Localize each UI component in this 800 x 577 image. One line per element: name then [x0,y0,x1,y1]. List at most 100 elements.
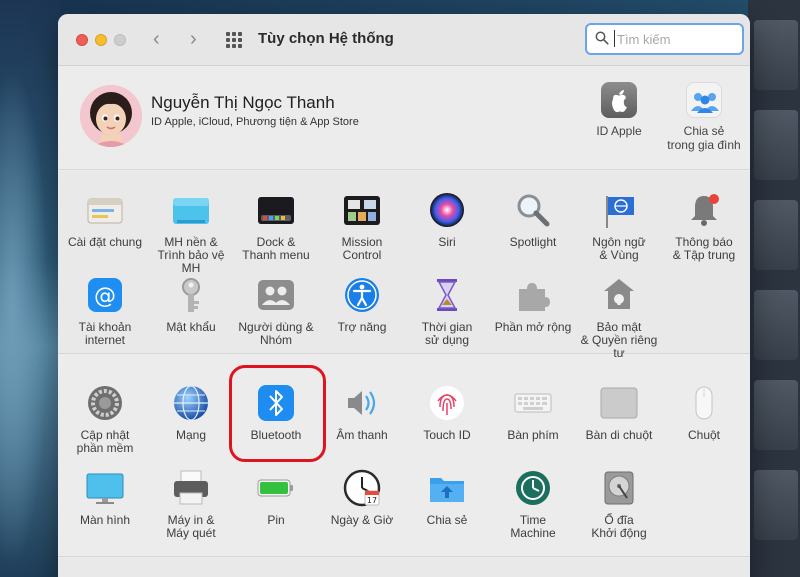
pref-internet-accounts[interactable]: @ Tài khoản internet [62,275,148,347]
background-window-tile [754,110,798,180]
pref-language-region[interactable]: Ngôn ngữ & Vùng [576,190,662,262]
pref-label: Phần mở rộng [494,320,572,334]
pref-family-sharing[interactable]: Chia sẻ trong gia đình [659,82,749,152]
pref-general[interactable]: Cài đặt chung [62,190,148,249]
background-window-tile [754,290,798,360]
background-window-tile [754,380,798,450]
pref-passwords[interactable]: Mật khẩu [148,275,234,334]
pref-label: Chuột [687,428,721,442]
pref-dock[interactable]: Dock & Thanh menu [233,190,319,262]
pref-label: Touch ID [423,428,471,442]
forward-button[interactable]: › [190,28,197,50]
sound-icon [342,383,382,423]
security-privacy-icon [599,275,639,315]
text-caret [614,30,615,47]
user-services-subtitle: ID Apple, iCloud, Phương tiện & App Stor… [151,116,359,128]
minimize-window-button[interactable] [95,34,107,46]
siri-icon [427,190,467,230]
pref-accessibility[interactable]: Trợ năng [319,275,405,334]
pref-label: & Tập trung [672,248,736,262]
touch-id-icon [427,383,467,423]
pref-apple-id[interactable]: ID Apple [574,82,664,138]
close-window-button[interactable] [76,34,88,46]
pref-label: Machine [510,526,556,540]
desktop-screensaver-icon [171,190,211,230]
screen-time-icon [427,275,467,315]
pref-software-update[interactable]: Cập nhật phần mềm [62,383,148,455]
startup-disk-icon [599,468,639,508]
pref-extensions[interactable]: Phần mở rộng [490,275,576,334]
pref-label: Bàn phím [507,428,559,442]
pref-screen-time[interactable]: Thời gian sử dụng [404,275,490,347]
pref-label: Bàn di chuột [585,428,653,442]
pref-time-machine[interactable]: Time Machine [490,468,576,540]
pref-battery[interactable]: Pin [233,468,319,527]
mouse-icon [684,383,724,423]
keyboard-icon [513,383,553,423]
pref-network[interactable]: Mạng [148,383,234,442]
title-bar: ‹ › Tùy chọn Hệ thống [58,14,750,66]
language-region-icon [599,190,639,230]
pref-label: Control [342,248,382,262]
pref-touch-id[interactable]: Touch ID [404,383,490,442]
pref-label: Khởi động [591,526,647,540]
pref-spotlight[interactable]: Spotlight [490,190,576,249]
accessibility-icon [342,275,382,315]
pref-label: Chia sẻ [683,124,725,138]
zoom-window-button[interactable] [114,34,126,46]
pref-label: Cài đặt chung [67,235,143,249]
pref-label: Chia sẻ [426,513,468,527]
pref-label: internet [84,333,126,347]
pref-siri[interactable]: Siri [404,190,490,249]
desktop-background-window-right [748,0,800,577]
pref-keyboard[interactable]: Bàn phím [490,383,576,442]
search-input[interactable] [617,29,737,49]
window-title: Tùy chọn Hệ thống [258,30,394,47]
pref-date-time[interactable]: 17 Ngày & Giờ [319,468,405,527]
pref-label: & Vùng [599,248,639,262]
network-icon [171,383,211,423]
background-window-tile [754,470,798,540]
users-groups-icon [256,275,296,315]
pref-desktop-screensaver[interactable]: MH nền & Trình bảo vệ MH [148,190,234,275]
pref-mission-control[interactable]: Mission Control [319,190,405,262]
avatar[interactable] [80,85,142,147]
trackpad-icon [599,383,639,423]
preferences-section-other [58,558,750,577]
displays-icon [85,468,125,508]
memoji-avatar-icon [80,85,142,147]
family-sharing-icon [686,82,722,118]
pref-trackpad[interactable]: Bàn di chuột [576,383,662,442]
pref-startup-disk[interactable]: Ổ đĩa Khởi động [576,468,662,540]
pref-label: Spotlight [509,235,557,249]
pref-notifications[interactable]: Thông báo & Tập trung [661,190,747,262]
pref-sharing[interactable]: Chia sẻ [404,468,490,527]
pref-label: Trình bảo vệ MH [157,248,225,275]
spotlight-icon [513,190,553,230]
pref-users-groups[interactable]: Người dùng & Nhóm [233,275,319,347]
pref-label: sử dụng [424,333,470,347]
search-field[interactable] [585,23,744,55]
bluetooth-highlight-annotation [229,365,326,462]
calendar-day-number: 17 [367,496,377,505]
general-icon [85,190,125,230]
sharing-icon [427,468,467,508]
pref-sound[interactable]: Âm thanh [319,383,405,442]
pref-label: Ngày & Giờ [330,513,394,527]
show-all-grid-icon[interactable] [226,32,243,49]
pref-printers-scanners[interactable]: Máy in & Máy quét [148,468,234,540]
background-window-tile [754,20,798,90]
apple-id-banner: Nguyễn Thị Ngọc Thanh ID Apple, iCloud, … [58,66,750,170]
back-button[interactable]: ‹ [153,28,160,50]
pref-label: Mật khẩu [166,320,216,334]
pref-label: Máy quét [166,526,216,540]
pref-displays[interactable]: Màn hình [62,468,148,527]
pref-mouse[interactable]: Chuột [661,383,747,442]
pref-label: phần mềm [76,441,134,455]
extensions-icon [513,275,553,315]
date-time-icon: 17 [342,468,382,508]
search-icon [595,31,609,45]
software-update-icon [85,383,125,423]
pref-label: trong gia đình [667,138,741,152]
pref-security-privacy[interactable]: Bảo mật & Quyền riêng tư [576,275,662,360]
